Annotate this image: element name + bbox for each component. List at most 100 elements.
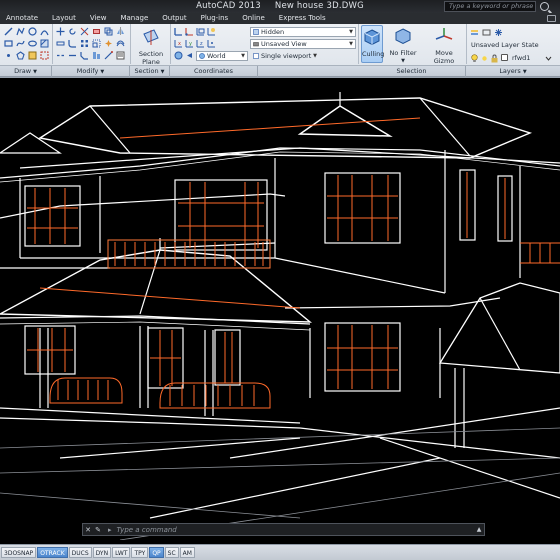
boundary-icon[interactable] <box>40 51 49 60</box>
named-view-select[interactable]: Unsaved View ▼ <box>250 39 356 49</box>
chevron-up-icon[interactable]: ▲ <box>474 526 484 533</box>
status-toggle-dyn[interactable]: DYN <box>92 547 112 558</box>
panel-modify-label: Modify <box>76 67 99 75</box>
ucs-origin-icon[interactable] <box>185 27 194 36</box>
mirror-icon[interactable] <box>116 27 125 36</box>
ellipse-icon[interactable] <box>28 39 37 48</box>
arc-icon[interactable] <box>40 27 49 36</box>
culling-label: Culling <box>362 50 385 58</box>
search-input[interactable]: Type a keyword or phrase <box>444 1 536 12</box>
viewport-config-select[interactable]: Single viewport ▼ <box>250 51 320 61</box>
circle-icon[interactable] <box>28 27 37 36</box>
status-toggle-otrack[interactable]: OTRACK <box>37 547 68 558</box>
chevron-down-icon: ▼ <box>33 69 37 75</box>
join-icon[interactable] <box>68 51 77 60</box>
sun-icon[interactable] <box>480 54 489 63</box>
lengthen-icon[interactable] <box>104 51 113 60</box>
section-plane-button[interactable]: Section Plane <box>134 28 168 66</box>
wrench-icon[interactable]: ✎ <box>93 526 103 534</box>
status-bar: 3DOSNAP OTRACK DUCS DYN LWT TPY QP SC AM <box>0 544 560 560</box>
visual-style-select[interactable]: Hidden ▼ <box>250 27 356 37</box>
status-toggle-ducs[interactable]: DUCS <box>68 547 92 558</box>
offset-icon[interactable] <box>116 39 125 48</box>
layer-properties-icon[interactable] <box>470 28 479 37</box>
polygon-icon[interactable] <box>16 51 25 60</box>
panel-selection[interactable]: Selection <box>358 66 466 77</box>
layer-lock-icon[interactable] <box>490 54 499 63</box>
panel-coordinates[interactable]: Coordinates <box>170 66 258 77</box>
tab-view[interactable]: View <box>83 13 114 24</box>
chevron-down-icon: ▼ <box>349 41 353 47</box>
status-toggle-lwt[interactable]: LWT <box>112 547 131 558</box>
search-icon[interactable] <box>540 2 549 11</box>
ucs-x-icon[interactable]: x <box>174 39 183 48</box>
rotate-icon[interactable] <box>68 27 77 36</box>
copy-icon[interactable] <box>104 27 113 36</box>
ucs-3point-icon[interactable] <box>207 39 216 48</box>
trim-icon[interactable] <box>80 27 89 36</box>
tab-output[interactable]: Output <box>155 13 193 24</box>
ucs-previous-icon[interactable] <box>185 51 194 60</box>
tab-express-tools[interactable]: Express Tools <box>272 13 333 24</box>
ucs-y-icon[interactable]: y <box>185 39 194 48</box>
ucs-object-icon[interactable] <box>207 27 216 36</box>
tab-plug-ins[interactable]: Plug-ins <box>194 13 236 24</box>
ribbon-minimize-icon[interactable] <box>547 15 556 22</box>
command-line[interactable]: ✕ ✎ ▸ Type a command ▲ <box>82 523 485 536</box>
current-layer-value[interactable]: rfwd1 <box>512 54 530 62</box>
drawing-viewport[interactable] <box>0 78 560 540</box>
fillet-icon[interactable] <box>68 39 77 48</box>
point-icon[interactable] <box>4 51 13 60</box>
chevron-down-icon[interactable] <box>544 54 553 63</box>
line-icon[interactable] <box>4 27 13 36</box>
stretch-icon[interactable] <box>56 39 65 48</box>
align-icon[interactable] <box>92 51 101 60</box>
ucs-icon[interactable] <box>174 27 183 36</box>
layer-isolate-icon[interactable] <box>482 28 491 37</box>
culling-button[interactable]: Culling <box>361 25 385 63</box>
close-icon[interactable]: ✕ <box>83 526 93 534</box>
svg-text:x: x <box>178 41 181 47</box>
erase-icon[interactable] <box>92 27 101 36</box>
layer-color-swatch[interactable] <box>501 54 508 61</box>
tab-online[interactable]: Online <box>235 13 272 24</box>
region-icon[interactable] <box>28 51 37 60</box>
status-toggle-3dosnap[interactable]: 3DOSNAP <box>1 547 37 558</box>
status-toggle-sc[interactable]: SC <box>164 547 179 558</box>
hatch-icon[interactable] <box>40 39 49 48</box>
status-toggle-qp[interactable]: QP <box>149 547 164 558</box>
command-input[interactable]: Type a command <box>115 526 474 534</box>
chamfer-icon[interactable] <box>80 51 89 60</box>
properties-icon[interactable] <box>116 51 125 60</box>
ucs-select[interactable]: World ▼ <box>196 51 248 61</box>
divider <box>52 24 53 64</box>
cube-icon <box>364 29 380 46</box>
tab-manage[interactable]: Manage <box>113 13 155 24</box>
explode-icon[interactable] <box>104 39 113 48</box>
rectangle-icon[interactable] <box>4 39 13 48</box>
spline-icon[interactable] <box>16 39 25 48</box>
filter-button[interactable]: No Filter ▼ <box>387 27 419 65</box>
divider <box>358 24 359 64</box>
polyline-icon[interactable] <box>16 27 25 36</box>
panel-section[interactable]: Section ▼ <box>130 66 170 77</box>
tab-annotate[interactable]: Annotate <box>0 13 45 24</box>
ucs-z-icon[interactable]: z <box>196 39 205 48</box>
status-toggle-tpy[interactable]: TPY <box>131 547 149 558</box>
panel-modify[interactable]: Modify ▼ <box>52 66 130 77</box>
panel-layers[interactable]: Layers ▼ <box>466 66 560 77</box>
layer-freeze-icon[interactable] <box>494 28 503 37</box>
ucs-view-icon[interactable] <box>196 27 205 36</box>
scale-icon[interactable] <box>92 39 101 48</box>
array-icon[interactable] <box>80 39 89 48</box>
panel-draw[interactable]: Draw ▼ <box>0 66 52 77</box>
autocad-window: AutoCAD 2013 New house 3D.DWG Type a keyw… <box>0 0 560 560</box>
move-icon[interactable] <box>56 27 65 36</box>
lightbulb-icon[interactable] <box>470 54 479 63</box>
tab-layout[interactable]: Layout <box>45 13 83 24</box>
layer-state-value[interactable]: Unsaved Layer State <box>471 41 539 49</box>
ucs-world-icon[interactable] <box>174 51 183 60</box>
svg-text:y: y <box>189 41 192 47</box>
break-icon[interactable] <box>56 51 65 60</box>
status-toggle-am[interactable]: AM <box>179 547 195 558</box>
